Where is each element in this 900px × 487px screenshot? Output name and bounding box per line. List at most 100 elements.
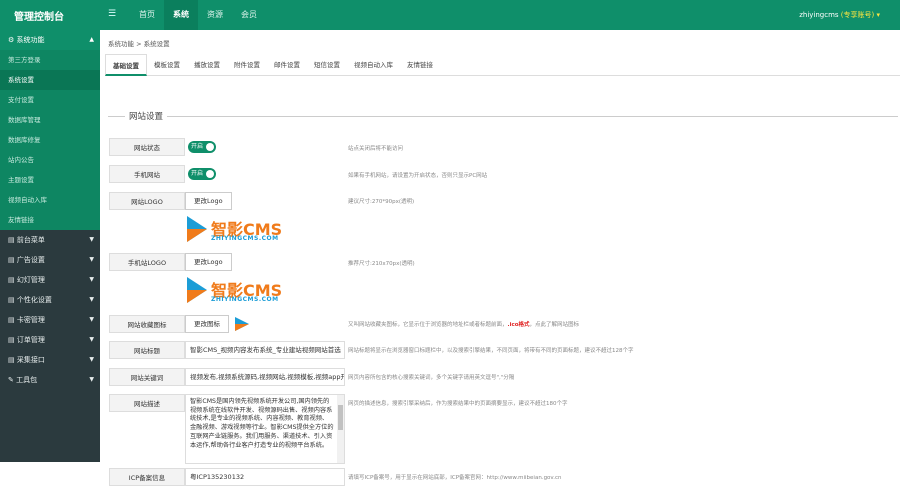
hint-favicon-text: 又叫网站收藏夹图标，它显示位于浏览器的地址栏或者标题前面， [348,322,508,328]
nav-home[interactable]: 首页 [130,0,164,30]
hint-site-title: 网站标题将显示在浏览器窗口标题栏中，以及搜索引擎结果，不同页面，将带有不同的页面… [348,348,634,354]
tab-friend-links[interactable]: 友情链接 [400,54,440,76]
sidebar-group-personalize[interactable]: ▤ 个性化设置 ▼ [0,290,100,310]
chevron-down-icon: ▼ [89,376,94,383]
sidebar-group-front-menu[interactable]: ▤ 前台菜单 ▼ [0,230,100,250]
sidebar-item-third-party-login[interactable]: 第三方登录 [0,50,100,70]
top-bar: 管理控制台 ☰ 首页 系统 资源 会员 zhiyingcms (专享账号) ▾ [0,0,900,30]
label-site-title: 网站标题 [109,341,185,359]
sidebar-group-collect[interactable]: ▤ 采集接口 ▼ [0,350,100,370]
breadcrumb: 系统功能 > 系统设置 [108,40,170,48]
change-mobile-logo-button[interactable]: 更改Logo [185,253,232,271]
scrollbar-thumb[interactable] [338,405,343,430]
site-title-input[interactable]: 智影CMS_视频内容发布系统_专业建站视频网站首选 [185,341,345,359]
tab-template[interactable]: 模板设置 [147,54,187,76]
toggle-knob [206,170,214,178]
chevron-down-icon: ▼ [89,296,94,303]
toggle-text: 开启 [191,170,204,177]
play-logo-icon [187,277,207,303]
user-name: zhiyingcms [799,11,839,19]
mobile-logo-preview: 智影CMS ZHIYINGCMS.COM [185,274,285,308]
settings-tabs: 基础设置 模板设置 播放设置 附件设置 邮件设置 短信设置 视频自动入库 友情链… [105,54,900,76]
sidebar-item-themes[interactable]: 主题设置 [0,170,100,190]
label-mobile-logo: 手机站LOGO [109,253,185,271]
sidebar-group-cards[interactable]: ▤ 卡密管理 ▼ [0,310,100,330]
label-favicon: 网站收藏图标 [109,315,185,333]
hint-site-logo: 建议尺寸:270*90px(透明) [348,199,415,205]
chevron-down-icon: ▼ [89,236,94,243]
top-nav: 首页 系统 资源 会员 [130,0,266,30]
sidebar-item-db-repair[interactable]: 数据库修复 [0,130,100,150]
label-icp: ICP备案信息 [109,468,185,486]
section-title: 网站设置 [125,110,168,122]
sidebar: ⚙ 系统功能 ▲ 第三方登录 系统设置 支付设置 数据库管理 数据库修复 站内公… [0,30,100,462]
nav-resources[interactable]: 资源 [198,0,232,30]
sidebar-item-video-import[interactable]: 视频自动入库 [0,190,100,210]
sidebar-group-label: ▤ 幻灯管理 [8,276,45,284]
label-site-logo: 网站LOGO [109,192,185,210]
sidebar-item-announcements[interactable]: 站内公告 [0,150,100,170]
chevron-down-icon: ▼ [89,356,94,363]
nav-members[interactable]: 会员 [232,0,266,30]
tab-video-import[interactable]: 视频自动入库 [347,54,400,76]
sidebar-group-slides[interactable]: ▤ 幻灯管理 ▼ [0,270,100,290]
sidebar-item-database[interactable]: 数据库管理 [0,110,100,130]
icp-input[interactable]: 粤ICP135230132 [185,468,345,486]
main-content: 系统功能 > 系统设置 基础设置 模板设置 播放设置 附件设置 邮件设置 短信设… [100,30,900,486]
play-logo-icon [187,216,207,242]
logo-subtext: ZHIYINGCMS.COM [211,296,279,303]
favicon-preview-icon [235,317,249,331]
hint-favicon-link[interactable]: ，点此了解网站图标 [530,322,580,328]
logo-subtext: ZHIYINGCMS.COM [211,235,279,242]
label-site-status: 网站状态 [109,138,185,156]
menu-toggle-icon[interactable]: ☰ [108,9,116,19]
sidebar-item-friend-links[interactable]: 友情链接 [0,210,100,230]
label-mobile-site: 手机网站 [109,165,185,183]
chevron-down-icon: ▼ [89,256,94,263]
hint-mobile-site: 如果有手机网站，请设置为开启状态，否则只显示PC网站 [348,173,488,179]
user-menu[interactable]: zhiyingcms (专享账号) ▾ [799,10,880,20]
sidebar-item-payment[interactable]: 支付设置 [0,90,100,110]
hint-icp: 请填写ICP备案号，用于显示在网站底部，ICP备案官网：http://www.m… [348,475,562,481]
hint-description: 网页的描述信息，搜索引擎采纳后，作为搜索结果中的页面摘要显示，建议不超过180个… [348,401,568,407]
hint-mobile-logo: 推荐尺寸:210x70px(透明) [348,261,415,267]
tab-player[interactable]: 播放设置 [187,54,227,76]
sidebar-group-ads[interactable]: ▤ 广告设置 ▼ [0,250,100,270]
tab-email[interactable]: 邮件设置 [267,54,307,76]
sidebar-group-label: ▤ 订单管理 [8,336,45,344]
change-site-logo-button[interactable]: 更改Logo [185,192,232,210]
sidebar-group-label: ▤ 个性化设置 [8,296,52,304]
mobile-site-toggle[interactable]: 开启 [188,168,216,180]
sidebar-group-orders[interactable]: ▤ 订单管理 ▼ [0,330,100,350]
sidebar-group-system[interactable]: ⚙ 系统功能 ▲ [0,30,100,50]
description-scrollbar[interactable] [337,395,344,463]
tab-sms[interactable]: 短信设置 [307,54,347,76]
section-divider [108,116,898,117]
hint-site-status: 站点关闭后将不能访问 [348,146,404,152]
change-favicon-button[interactable]: 更改图标 [185,315,229,333]
toggle-knob [206,143,214,151]
toggle-text: 开启 [191,143,204,150]
site-status-toggle[interactable]: 开启 [188,141,216,153]
sidebar-group-tools[interactable]: ✎ 工具包 ▼ [0,370,100,390]
tab-basic[interactable]: 基础设置 [105,54,147,76]
sidebar-group-label: ▤ 前台菜单 [8,236,45,244]
description-textarea[interactable]: 智影CMS是国内领先视频系统开发公司,国内领先的视频系统在线软件开发、视频源码出… [185,394,345,464]
hint-keywords: 网页内容所包含的核心搜索关键词，多个关键字请用英文逗号","分隔 [348,375,515,381]
keywords-input[interactable]: 视频发布,视频系统源码,视频网站,视频模板,视频app开发 [185,368,345,386]
nav-system[interactable]: 系统 [164,0,198,30]
hint-favicon-format: .ico格式 [507,322,530,328]
label-keywords: 网站关键词 [109,368,185,386]
sidebar-item-system-settings[interactable]: 系统设置 [0,70,100,90]
sidebar-group-label: ▤ 广告设置 [8,256,45,264]
chevron-up-icon: ▲ [89,36,94,43]
user-badge: (专享账号) [840,11,875,19]
chevron-down-icon: ▼ [89,276,94,283]
hint-favicon: 又叫网站收藏夹图标，它显示位于浏览器的地址栏或者标题前面，.ico格式，点此了解… [348,320,579,328]
tab-attachment[interactable]: 附件设置 [227,54,267,76]
sidebar-submenu: 第三方登录 系统设置 支付设置 数据库管理 数据库修复 站内公告 主题设置 视频… [0,50,100,230]
sidebar-group-label: ▤ 卡密管理 [8,316,45,324]
label-description: 网站描述 [109,394,185,412]
chevron-down-icon: ▼ [89,316,94,323]
site-logo-preview: 智影CMS ZHIYINGCMS.COM [185,213,285,247]
